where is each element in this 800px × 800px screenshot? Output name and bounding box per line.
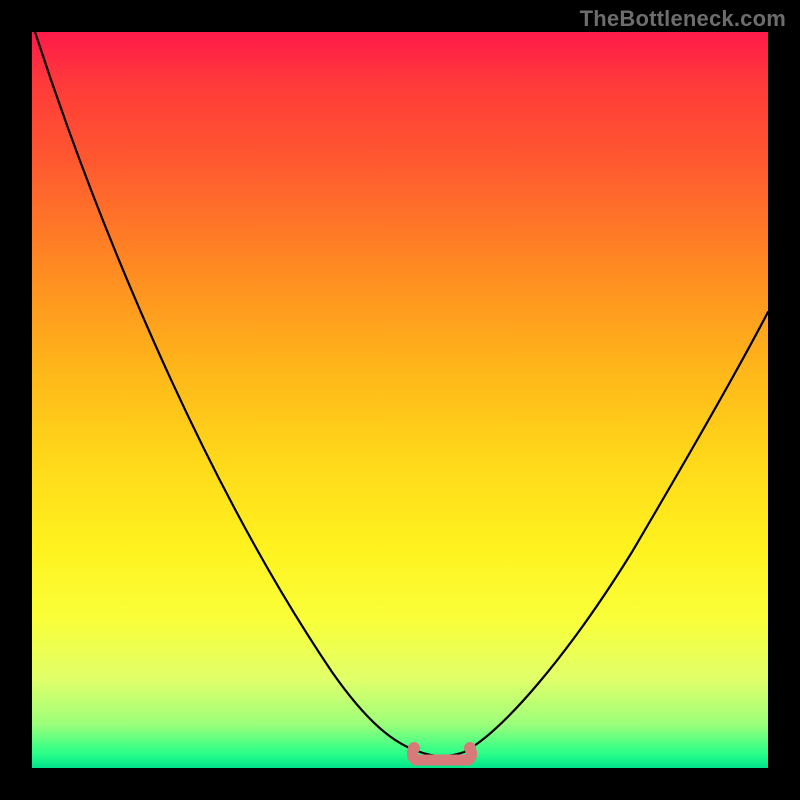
- band-end-right: [464, 742, 476, 754]
- bottleneck-curve-right: [464, 312, 768, 752]
- watermark-text: TheBottleneck.com: [580, 6, 786, 32]
- plot-area: [32, 32, 768, 768]
- bottleneck-curve-left: [35, 32, 420, 752]
- band-end-left: [408, 742, 420, 754]
- chart-frame: TheBottleneck.com: [0, 0, 800, 800]
- curve-svg: [32, 32, 768, 768]
- optimal-band: [412, 748, 471, 760]
